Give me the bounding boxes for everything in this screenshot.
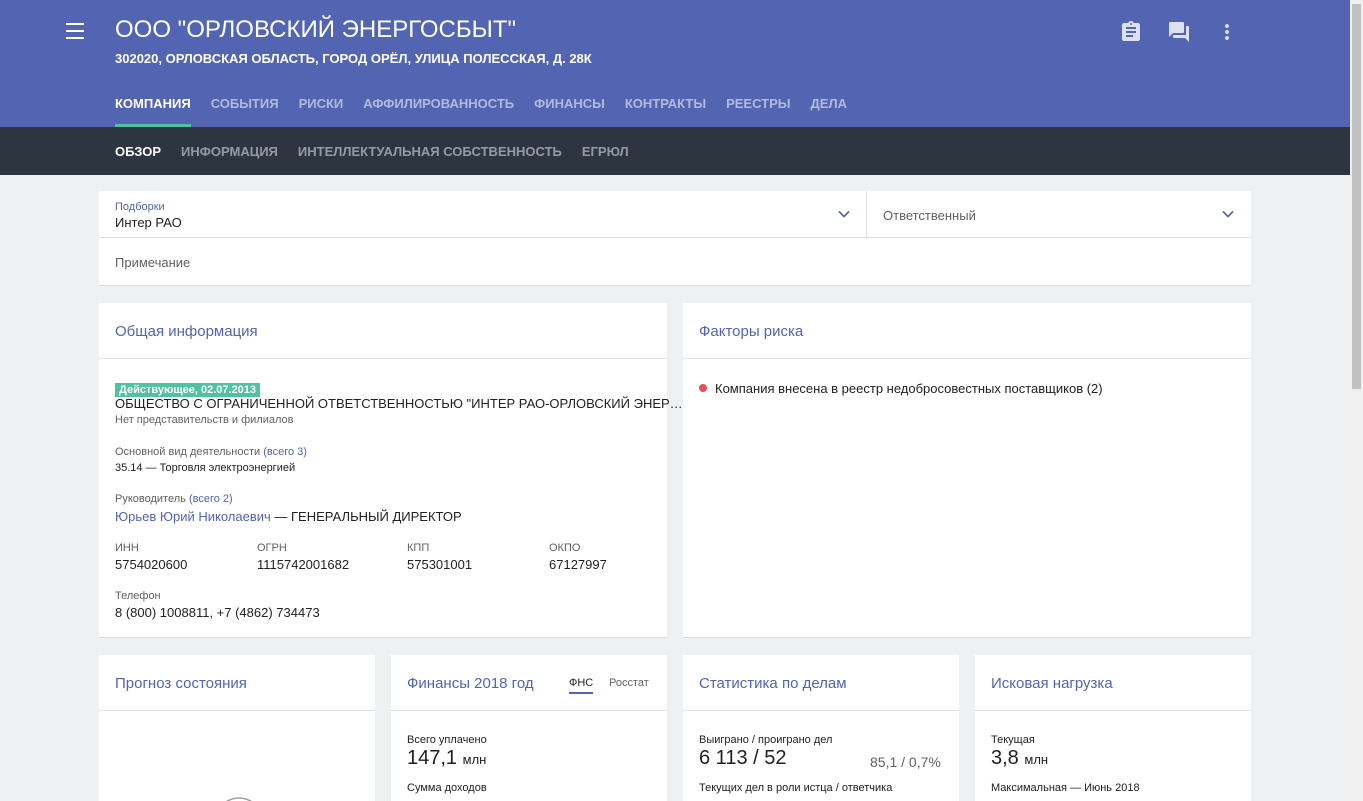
won-lost-label: Выиграно / проиграно дел: [699, 734, 833, 746]
tab-registries[interactable]: РЕЕСТРЫ: [726, 96, 790, 127]
tab-risks[interactable]: РИСКИ: [299, 96, 344, 127]
main-tabs: КОМПАНИЯ СОБЫТИЯ РИСКИ АФФИЛИРОВАННОСТЬ …: [115, 96, 867, 127]
finance-title: Финансы 2018 год: [407, 675, 534, 692]
head-total-link[interactable]: (всего 2): [189, 493, 233, 505]
inn-label: ИНН: [115, 542, 139, 554]
claims-current-value: 3,8 млн: [991, 747, 1049, 769]
paid-value: 147,1 млн: [407, 747, 487, 769]
paid-label: Всего уплачено: [407, 734, 487, 746]
tab-finance[interactable]: ФИНАНСЫ: [534, 96, 605, 127]
tab-events[interactable]: СОБЫТИЯ: [211, 96, 279, 127]
chevron-down-icon: [1222, 210, 1234, 218]
collections-label: Подборки: [115, 201, 165, 213]
more-vert-icon[interactable]: [1215, 20, 1239, 44]
risk-indicator-dot: [699, 384, 707, 392]
tab-company[interactable]: КОМПАНИЯ: [115, 96, 191, 127]
won-lost-value: 6 113 / 52: [699, 747, 787, 769]
chat-icon[interactable]: [1167, 20, 1191, 44]
clipboard-icon[interactable]: [1119, 20, 1143, 44]
risk-factors-card: Факторы риска Компания внесена в реестр …: [683, 303, 1251, 638]
ogrn-label: ОГРН: [257, 542, 287, 554]
general-info-title: Общая информация: [115, 323, 258, 340]
tab-affiliation[interactable]: АФФИЛИРОВАННОСТЬ: [363, 96, 514, 127]
won-lost-percent: 85,1 / 0,7%: [870, 754, 941, 770]
ogrn-value: 1115742001682: [257, 557, 350, 572]
phone-label: Телефон: [115, 590, 161, 602]
company-address: 302020, ОРЛОВСКАЯ ОБЛАСТЬ, ГОРОД ОРЁЛ, У…: [115, 51, 592, 66]
forecast-gauge-icon: [225, 797, 253, 801]
filters-card: Подборки Интер РАО Ответственный Примеча…: [99, 191, 1251, 286]
cases-card: Статистика по делам Выиграно / проиграно…: [683, 655, 959, 801]
subtab-egrul[interactable]: ЕГРЮЛ: [582, 144, 629, 159]
scrollbar-thumb[interactable]: [1352, 4, 1361, 389]
status-badge: Действующее, 02.07.2013: [115, 383, 261, 397]
full-company-name: ОБЩЕСТВО С ОГРАНИЧЕННОЙ ОТВЕТСТВЕННОСТЬЮ…: [115, 396, 683, 411]
risk-item[interactable]: Компания внесена в реестр недобросовестн…: [715, 381, 1103, 396]
cases-title: Статистика по делам: [699, 675, 847, 692]
subtab-intellectual-property[interactable]: ИНТЕЛЛЕКТУАЛЬНАЯ СОБСТВЕННОСТЬ: [298, 144, 562, 159]
income-label: Сумма доходов: [407, 782, 487, 794]
collections-select[interactable]: Подборки Интер РАО: [99, 191, 867, 238]
responsible-placeholder: Ответственный: [883, 208, 976, 223]
finance-tab-rosstat[interactable]: Росстат: [609, 677, 649, 689]
sub-navigation: ОБЗОР ИНФОРМАЦИЯ ИНТЕЛЛЕКТУАЛЬНАЯ СОБСТВ…: [0, 127, 1350, 175]
company-title: ООО "ОРЛОВСКИЙ ЭНЕРГОСБЫТ": [115, 16, 517, 43]
activity-label: Основной вид деятельности (всего 3): [115, 446, 307, 458]
risk-factors-title: Факторы риска: [699, 323, 804, 340]
page-scrollbar[interactable]: [1350, 0, 1363, 801]
activity-total-link[interactable]: (всего 3): [263, 446, 307, 458]
branches-info: Нет представительств и филиалов: [115, 414, 294, 426]
current-cases-label: Текущих дел в роли истца / ответчика: [699, 782, 893, 794]
subtab-information[interactable]: ИНФОРМАЦИЯ: [181, 144, 278, 159]
forecast-card: Прогноз состояния: [99, 655, 375, 801]
finance-tab-fns[interactable]: ФНС: [569, 677, 594, 694]
general-info-card: Общая информация Действующее, 02.07.2013…: [99, 303, 683, 638]
responsible-select[interactable]: Ответственный: [867, 191, 1251, 238]
claims-max-label: Максимальная — Июнь 2018: [991, 782, 1140, 794]
tab-contracts[interactable]: КОНТРАКТЫ: [625, 96, 706, 127]
claims-current-label: Текущая: [991, 734, 1035, 746]
inn-value: 5754020600: [115, 557, 188, 572]
collections-value: Интер РАО: [115, 215, 182, 230]
kpp-value: 575301001: [407, 557, 473, 572]
okpo-value: 67127997: [549, 557, 607, 572]
chevron-down-icon: [838, 210, 850, 218]
phone-value: 8 (800) 1008811, +7 (4862) 734473: [115, 605, 320, 620]
menu-icon[interactable]: [66, 23, 84, 39]
okpo-label: ОКПО: [549, 542, 581, 554]
note-field[interactable]: Примечание: [115, 255, 190, 270]
head-name-link[interactable]: Юрьев Юрий Николаевич: [115, 509, 271, 524]
head-label: Руководитель (всего 2): [115, 493, 233, 505]
claims-load-card: Исковая нагрузка Текущая 3,8 млн Максима…: [975, 655, 1251, 801]
tab-cases[interactable]: ДЕЛА: [811, 96, 847, 127]
activity-value: 35.14 — Торговля электроэнергией: [115, 462, 296, 474]
claims-load-title: Исковая нагрузка: [991, 675, 1113, 692]
forecast-title: Прогноз состояния: [115, 675, 247, 692]
head-info: Юрьев Юрий Николаевич — ГЕНЕРАЛЬНЫЙ ДИРЕ…: [115, 509, 462, 524]
kpp-label: КПП: [407, 542, 430, 554]
app-header: ООО "ОРЛОВСКИЙ ЭНЕРГОСБЫТ" 302020, ОРЛОВ…: [0, 0, 1350, 127]
subtab-overview[interactable]: ОБЗОР: [115, 144, 161, 159]
finance-card: Финансы 2018 год ФНС Росстат Всего уплач…: [391, 655, 667, 801]
